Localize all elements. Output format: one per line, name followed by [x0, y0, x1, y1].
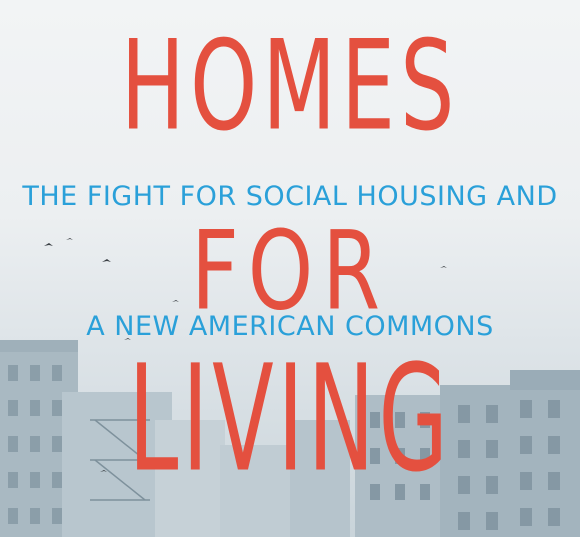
book-cover: HOMES THE FIGHT FOR SOCIAL HOUSING AND F… — [0, 0, 580, 537]
title-word-living: LIVING — [128, 334, 452, 505]
title-word-homes: HOMES — [120, 13, 460, 159]
title-word-for: FOR — [190, 206, 390, 335]
